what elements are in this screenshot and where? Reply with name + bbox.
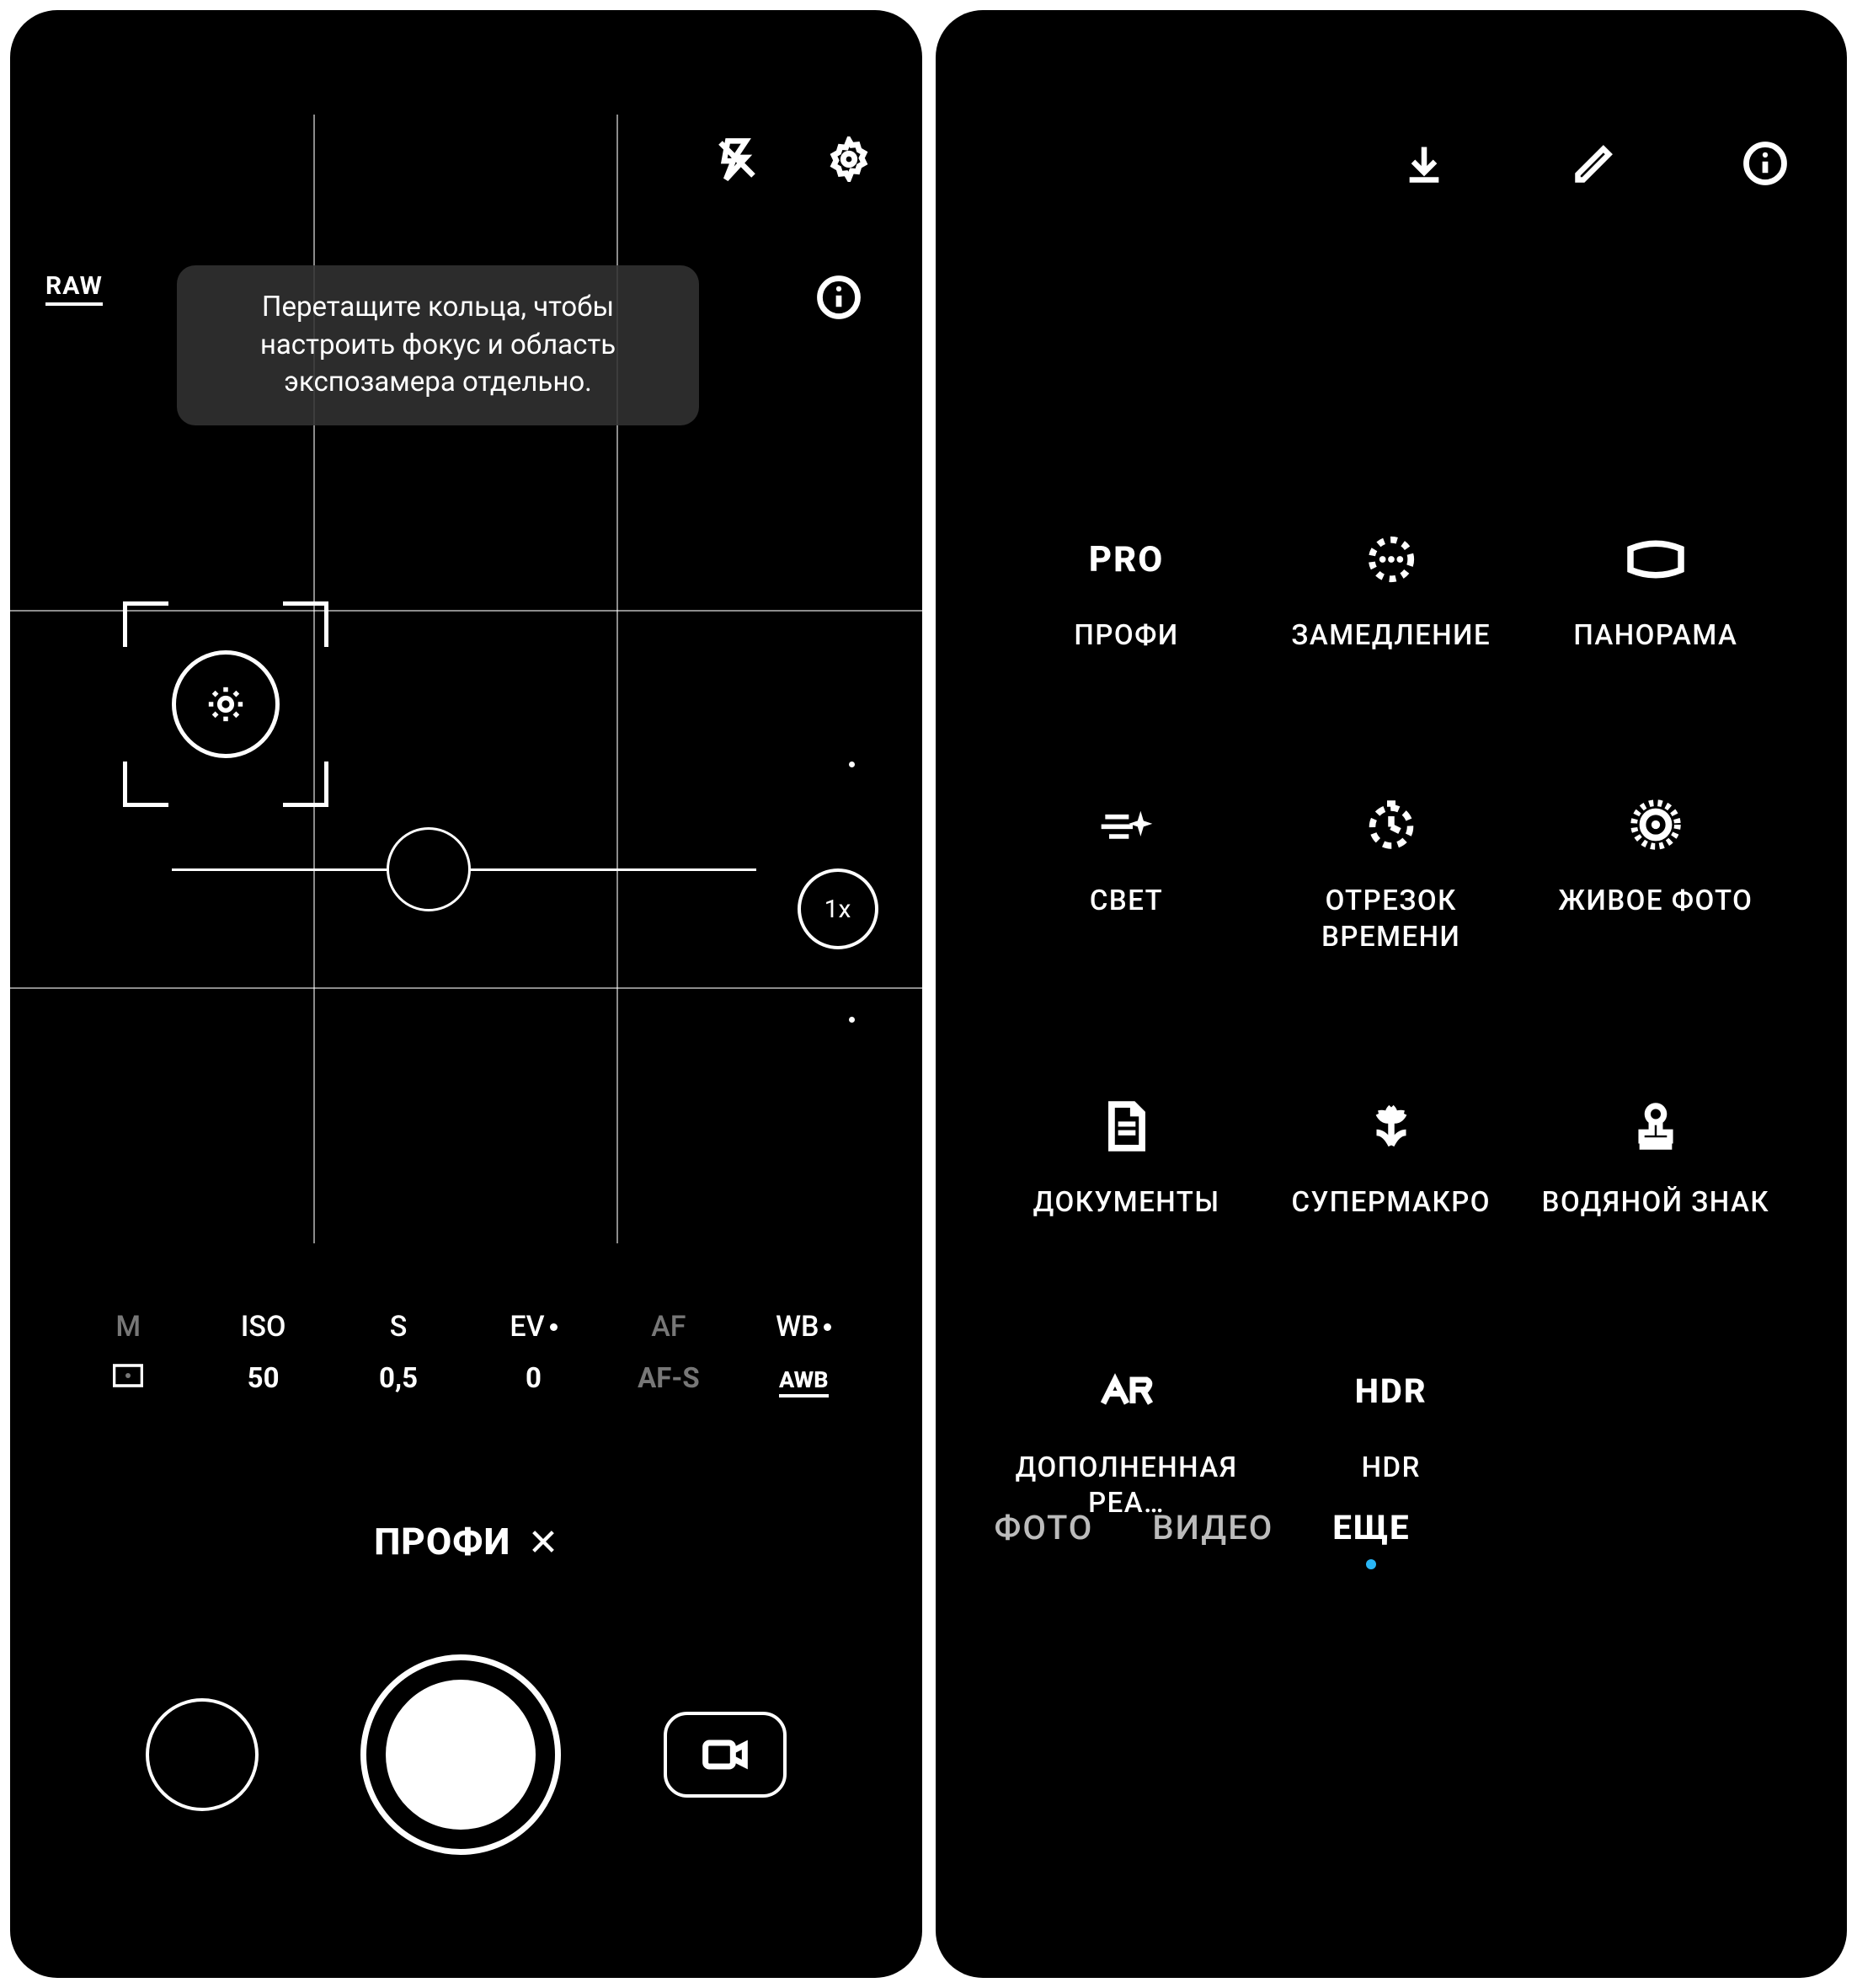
download-icon[interactable] bbox=[1402, 142, 1446, 189]
modes-grid: PRO ПРОФИ ЗАМЕДЛЕНИЕ ПАНОРАМА СВЕТ ОТ bbox=[1003, 532, 1780, 1522]
sun-icon bbox=[207, 686, 244, 723]
zoom-level-button[interactable]: 1x bbox=[798, 868, 878, 949]
settings-icon[interactable] bbox=[826, 136, 872, 185]
light-icon bbox=[1097, 798, 1156, 852]
switch-camera-button[interactable] bbox=[664, 1712, 787, 1798]
panorama-icon bbox=[1626, 532, 1685, 586]
stamp-icon bbox=[1631, 1099, 1680, 1153]
slowmotion-icon bbox=[1365, 532, 1417, 586]
timelapse-icon bbox=[1366, 798, 1417, 852]
mode-tabs: ФОТО ВИДЕО ЕЩЕ bbox=[995, 1508, 1411, 1569]
pro-camera-screen: 1x RAW Перетащите кольца, чтобы настроит… bbox=[10, 10, 922, 1978]
exposure-ring[interactable] bbox=[172, 650, 280, 758]
mode-hdr[interactable]: HDR HDR bbox=[1267, 1365, 1515, 1523]
ar-icon bbox=[1097, 1365, 1156, 1419]
pro-iso[interactable]: ISO 50 bbox=[195, 1310, 330, 1395]
macro-flower-icon bbox=[1366, 1099, 1417, 1153]
close-icon[interactable] bbox=[529, 1527, 558, 1556]
modified-indicator bbox=[824, 1323, 831, 1331]
active-tab-indicator bbox=[1366, 1559, 1376, 1569]
pro-ev[interactable]: EV 0 bbox=[466, 1310, 600, 1395]
flash-off-icon[interactable] bbox=[715, 137, 759, 184]
pro-wb[interactable]: WB AWB bbox=[736, 1310, 871, 1395]
pro-text-icon: PRO bbox=[1089, 539, 1164, 580]
gallery-button[interactable] bbox=[146, 1698, 259, 1811]
document-icon bbox=[1105, 1099, 1149, 1153]
zoom-level-text: 1x bbox=[824, 895, 851, 924]
info-icon[interactable] bbox=[816, 275, 862, 323]
modes-more-screen: PRO ПРОФИ ЗАМЕДЛЕНИЕ ПАНОРАМА СВЕТ ОТ bbox=[936, 10, 1848, 1978]
mode-watermark[interactable]: ВОДЯНОЙ ЗНАК bbox=[1532, 1099, 1780, 1221]
pro-parameters-row: M ISO 50 S 0,5 EV 0 AF AF-S WB AWB bbox=[10, 1310, 922, 1395]
mode-panorama[interactable]: ПАНОРАМА bbox=[1532, 532, 1780, 655]
gridline bbox=[10, 987, 922, 989]
mode-ar[interactable]: ДОПОЛНЕННАЯ РЕА… bbox=[1003, 1365, 1251, 1523]
tab-more[interactable]: ЕЩЕ bbox=[1332, 1508, 1410, 1569]
mode-pro[interactable]: PRO ПРОФИ bbox=[1003, 532, 1251, 655]
hint-tooltip: Перетащите кольца, чтобы настроить фокус… bbox=[177, 265, 699, 425]
modified-indicator bbox=[550, 1323, 558, 1331]
tab-video[interactable]: ВИДЕО bbox=[1152, 1508, 1273, 1569]
mode-documents[interactable]: ДОКУМЕНТЫ bbox=[1003, 1099, 1251, 1221]
metering-icon bbox=[61, 1362, 195, 1395]
mode-light[interactable]: СВЕТ bbox=[1003, 798, 1251, 956]
level-bubble bbox=[387, 827, 471, 911]
info-icon[interactable] bbox=[1742, 141, 1788, 190]
pro-metering[interactable]: M bbox=[61, 1310, 195, 1395]
pro-af[interactable]: AF AF-S bbox=[601, 1310, 736, 1395]
shutter-button[interactable] bbox=[360, 1654, 561, 1855]
raw-toggle[interactable]: RAW bbox=[45, 271, 103, 306]
mode-livephoto[interactable]: ЖИВОЕ ФОТО bbox=[1532, 798, 1780, 956]
edit-icon[interactable] bbox=[1572, 142, 1616, 189]
mode-slowmotion[interactable]: ЗАМЕДЛЕНИЕ bbox=[1267, 532, 1515, 655]
livephoto-icon bbox=[1630, 798, 1682, 852]
video-camera-icon bbox=[702, 1736, 749, 1773]
mode-timelapse[interactable]: ОТРЕЗОК ВРЕМЕНИ bbox=[1267, 798, 1515, 956]
tab-photo[interactable]: ФОТО bbox=[995, 1508, 1094, 1569]
mode-label[interactable]: ПРОФИ bbox=[10, 1520, 922, 1563]
hdr-text-icon: HDR bbox=[1355, 1371, 1427, 1411]
mode-supermacro[interactable]: СУПЕРМАКРО bbox=[1267, 1099, 1515, 1221]
pro-shutter[interactable]: S 0,5 bbox=[331, 1310, 466, 1395]
